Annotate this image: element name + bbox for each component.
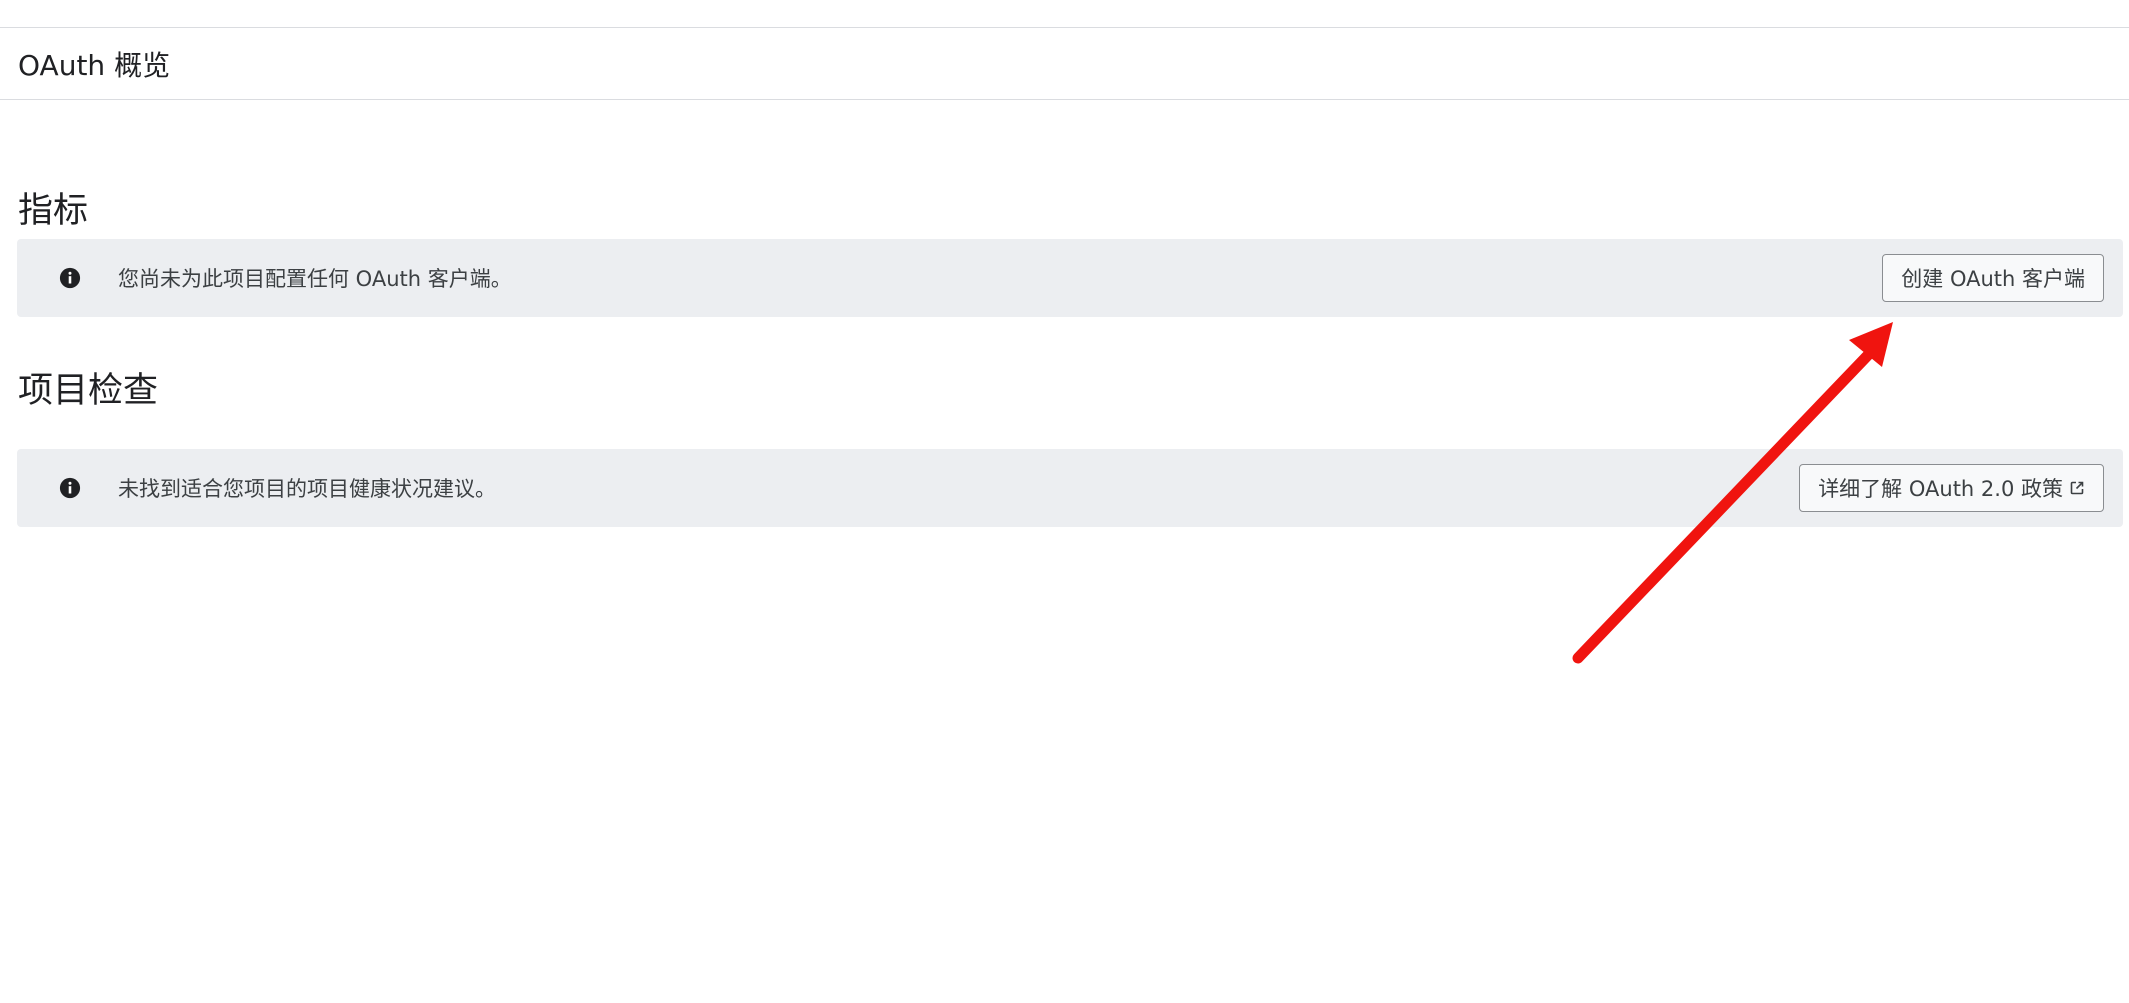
metrics-info-banner: 您尚未为此项目配置任何 OAuth 客户端。 创建 OAuth 客户端 [17,239,2123,317]
project-checks-banner-text: 未找到适合您项目的项目健康状况建议。 [118,477,496,501]
page-title: OAuth 概览 [18,48,171,82]
project-checks-heading: 项目检查 [18,371,159,411]
oauth-overview-page: OAuth 概览 指标 您尚未为此项目配置任何 OAuth 客户端。 创建 OA… [0,0,2129,1003]
create-oauth-client-label: 创建 OAuth 客户端 [1901,267,2085,291]
create-oauth-client-button[interactable]: 创建 OAuth 客户端 [1882,254,2104,302]
top-strip [0,0,2129,28]
learn-oauth-policy-button[interactable]: 详细了解 OAuth 2.0 政策 [1799,464,2104,512]
info-icon [59,477,81,499]
learn-oauth-policy-label: 详细了解 OAuth 2.0 政策 [1818,477,2063,501]
metrics-heading: 指标 [18,191,89,231]
external-link-icon [2069,480,2085,496]
info-icon [59,267,81,289]
metrics-banner-text: 您尚未为此项目配置任何 OAuth 客户端。 [118,267,512,291]
page-header: OAuth 概览 [0,28,2129,100]
project-checks-info-banner: 未找到适合您项目的项目健康状况建议。 详细了解 OAuth 2.0 政策 [17,449,2123,527]
